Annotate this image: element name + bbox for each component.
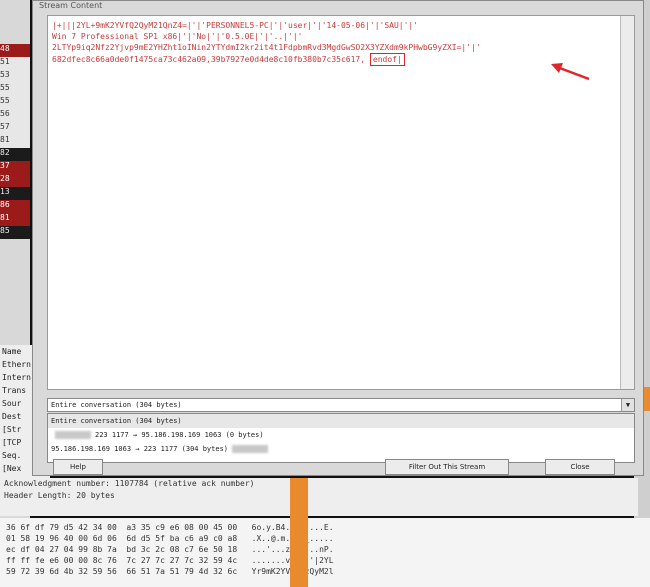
redacted-address: [232, 445, 269, 453]
conversation-select-value: Entire conversation (304 bytes): [51, 401, 182, 409]
stream-line: 2LTYp9iq2Nfz2Yjvp9mE2YHZht1oINin2YTYdmI2…: [52, 43, 481, 52]
stream-line: 682dfec8c66a0de0f1475ca73c462a09,39b7927…: [52, 53, 618, 66]
follow-stream-dialog: Stream Content |+|||2YL+9mK2YVfQ2QyM21Qn…: [32, 0, 644, 476]
stream-line-text: 682dfec8c66a0de0f1475ca73c462a09,39b7927…: [52, 55, 366, 64]
redacted-address: [55, 431, 91, 439]
hex-line: ec df 04 27 04 99 8b 7a bd 3c 2c 08 c7 6…: [6, 545, 334, 554]
conversation-option[interactable]: Entire conversation (304 bytes): [48, 414, 634, 428]
help-button[interactable]: Help: [53, 459, 103, 475]
conversation-option-text: 223 1177 → 95.186.198.169 1063 (0 bytes): [95, 431, 264, 439]
hex-line: 01 58 19 96 40 00 6d 06 6d d5 5f ba c6 a…: [6, 534, 334, 543]
stream-line: |+|||2YL+9mK2YVfQ2QyM21QnZ4=|'|'PERSONNE…: [52, 21, 419, 30]
packet-row[interactable]: 48: [0, 44, 30, 57]
packet-row[interactable]: 28: [0, 174, 30, 187]
hex-line: ff ff fe e6 00 00 8c 76 7c 27 7c 27 7c 3…: [6, 556, 334, 565]
conversation-option[interactable]: 95.186.198.169 1063 → 223 1177 (304 byte…: [48, 442, 634, 456]
packet-row[interactable]: 56: [0, 109, 30, 122]
endof-highlight: endof|: [369, 53, 405, 66]
packet-row[interactable]: 37: [0, 161, 30, 174]
close-button[interactable]: Close: [545, 459, 615, 475]
conversation-option-text: 95.186.198.169 1063 → 223 1177 (304 byte…: [51, 445, 229, 453]
red-arrow-icon: [551, 63, 590, 81]
packet-detail-lines: Acknowledgment number: 1107784 (relative…: [0, 478, 638, 516]
packet-row[interactable]: 57: [0, 122, 30, 135]
hex-line: 59 72 39 6d 4b 32 59 56 66 51 7a 51 79 4…: [6, 567, 334, 576]
packet-row[interactable]: 85: [0, 226, 30, 239]
conversation-options-list[interactable]: Entire conversation (304 bytes) 223 1177…: [47, 413, 635, 463]
packet-row[interactable]: 55: [0, 96, 30, 109]
packet-row[interactable]: 55: [0, 83, 30, 96]
conversation-option[interactable]: 223 1177 → 95.186.198.169 1063 (0 bytes): [48, 428, 634, 442]
dialog-title: Stream Content: [39, 1, 103, 10]
detail-line: Header Length: 20 bytes: [4, 491, 115, 500]
stream-line: Win 7 Professional SP1 x86|'|'No|'|'0.5.…: [52, 32, 303, 41]
filter-out-stream-button[interactable]: Filter Out This Stream: [385, 459, 509, 475]
hex-dump-pane: 36 6f df 79 d5 42 34 00 a3 35 c9 e6 08 0…: [0, 518, 650, 587]
packet-row[interactable]: 86: [0, 200, 30, 213]
packet-row[interactable]: 13: [0, 187, 30, 200]
packet-row[interactable]: 81: [0, 135, 30, 148]
hex-line: 36 6f df 79 d5 42 34 00 a3 35 c9 e6 08 0…: [6, 523, 334, 532]
dropdown-arrow-icon[interactable]: ▼: [621, 399, 634, 411]
conversation-select[interactable]: Entire conversation (304 bytes) ▼: [47, 398, 635, 412]
packet-row[interactable]: 53: [0, 70, 30, 83]
orange-annotation-bar: [290, 478, 308, 587]
stream-content-area[interactable]: |+|||2YL+9mK2YVfQ2QyM21QnZ4=|'|'PERSONNE…: [47, 15, 635, 390]
packet-row[interactable]: 51: [0, 57, 30, 70]
stream-scrollbar[interactable]: [620, 16, 634, 389]
detail-line: Acknowledgment number: 1107784 (relative…: [4, 479, 255, 488]
packet-row[interactable]: 81: [0, 213, 30, 226]
packet-row[interactable]: 82: [0, 148, 30, 161]
